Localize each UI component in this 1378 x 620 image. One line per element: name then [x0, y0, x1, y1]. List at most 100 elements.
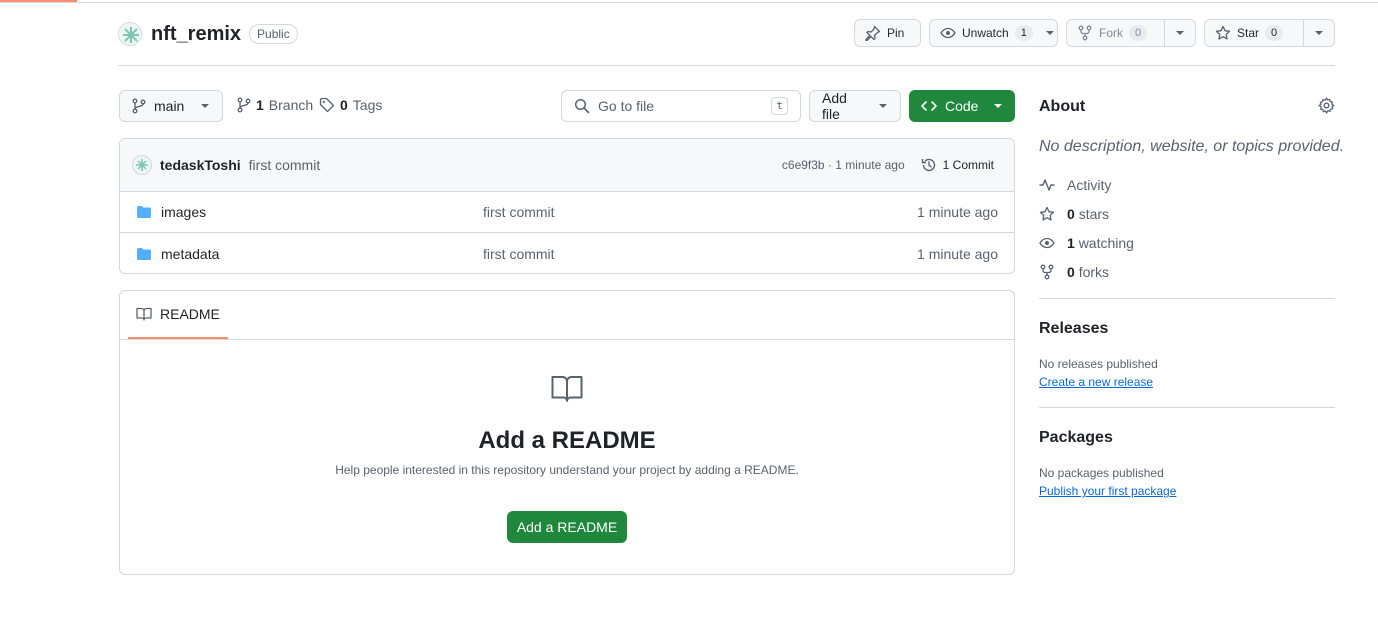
watching-label: watching: [1078, 235, 1134, 251]
sidebar-divider: [1039, 407, 1335, 408]
commit-sha-time[interactable]: c6e9f3b · 1 minute ago: [782, 158, 905, 172]
owner-avatar[interactable]: [118, 22, 142, 46]
shortcut-hint: t: [771, 97, 788, 115]
branches-link[interactable]: 1 Branch: [237, 97, 313, 113]
fork-label: Fork: [1099, 26, 1123, 40]
file-commit-message[interactable]: first commit: [483, 246, 555, 262]
tag-icon: [319, 97, 335, 113]
fork-icon: [1039, 264, 1055, 280]
activity-link[interactable]: Activity: [1039, 177, 1111, 193]
caret-down-icon: [993, 101, 1003, 111]
forks-label: forks: [1078, 264, 1110, 280]
publish-package-link[interactable]: Publish your first package: [1039, 484, 1176, 498]
fork-dropdown[interactable]: [1164, 20, 1195, 46]
branch-selector[interactable]: main: [119, 90, 223, 122]
readme-tab-label: README: [160, 306, 220, 322]
star-dropdown[interactable]: [1303, 20, 1334, 46]
fork-button[interactable]: Fork 0: [1066, 19, 1196, 47]
create-release-link[interactable]: Create a new release: [1039, 375, 1153, 389]
add-file-label: Add file: [822, 90, 847, 122]
unwatch-button[interactable]: Unwatch 1: [929, 19, 1058, 47]
pulse-icon: [1039, 177, 1055, 193]
go-to-file-input[interactable]: Go to file t: [561, 90, 801, 122]
commits-link[interactable]: 1 Commit: [921, 157, 994, 173]
about-heading: About: [1039, 98, 1086, 115]
code-icon: [921, 98, 937, 114]
packages-empty: No packages published: [1039, 466, 1164, 480]
branch-name: main: [154, 98, 185, 114]
stars-link[interactable]: 0 stars: [1039, 206, 1109, 222]
caret-down-icon: [200, 101, 210, 111]
caret-down-icon: [1175, 28, 1185, 38]
fork-count: 0: [1129, 25, 1148, 41]
readme-panel: README Add a README Help people interest…: [119, 290, 1015, 575]
top-divider: [0, 2, 1378, 3]
repo-header: nft_remix Public Pin Unwatch 1 Fork 0 St…: [118, 19, 1335, 49]
visibility-badge: Public: [249, 24, 298, 44]
file-name[interactable]: metadata: [161, 246, 483, 262]
book-icon: [136, 306, 152, 322]
about-description: No description, website, or topics provi…: [1039, 138, 1345, 155]
file-commit-message[interactable]: first commit: [483, 204, 555, 220]
search-icon: [574, 98, 590, 114]
tab-readme[interactable]: README: [128, 291, 228, 339]
caret-down-icon: [1045, 28, 1055, 38]
file-browser: tedaskToshi first commit c6e9f3b · 1 min…: [119, 138, 1015, 274]
folder-icon: [136, 246, 152, 262]
readme-divider: [120, 339, 1014, 340]
watch-count: 1: [1014, 25, 1033, 41]
activity-label: Activity: [1067, 177, 1112, 193]
readme-empty-description: Help people interested in this repositor…: [335, 463, 799, 477]
tags-link[interactable]: 0 Tags: [319, 97, 382, 113]
watching-link[interactable]: 1 watching: [1039, 235, 1134, 251]
branch-icon: [237, 97, 251, 113]
readme-empty-title: Add a README: [478, 427, 656, 454]
add-file-button[interactable]: Add file: [809, 90, 901, 122]
star-count: 0: [1265, 25, 1284, 41]
file-age: 1 minute ago: [917, 245, 998, 262]
code-button[interactable]: Code: [909, 90, 1015, 122]
forks-count: 0: [1067, 264, 1075, 280]
star-icon: [1039, 206, 1055, 222]
star-label: Star: [1237, 26, 1260, 40]
repo-name[interactable]: nft_remix: [151, 23, 241, 46]
caret-down-icon: [878, 101, 888, 111]
caret-down-icon: [1314, 28, 1324, 38]
star-button[interactable]: Star 0: [1204, 19, 1335, 47]
stars-label: stars: [1078, 206, 1110, 222]
unwatch-dropdown[interactable]: [1039, 20, 1061, 46]
pin-button[interactable]: Pin: [854, 19, 921, 47]
forks-link[interactable]: 0 forks: [1039, 264, 1109, 280]
pin-icon: [865, 25, 881, 41]
eye-icon: [1039, 235, 1055, 251]
file-name[interactable]: images: [161, 204, 483, 220]
branch-icon: [132, 98, 146, 114]
commit-message[interactable]: first commit: [249, 157, 321, 173]
sidebar-divider: [1039, 298, 1335, 299]
releases-heading[interactable]: Releases: [1039, 320, 1108, 338]
header-divider: [118, 65, 1335, 66]
pin-label: Pin: [887, 26, 905, 40]
commits-label: 1 Commit: [942, 158, 994, 172]
code-label: Code: [945, 98, 979, 114]
branches-label: Branch: [268, 97, 314, 113]
packages-heading[interactable]: Packages: [1039, 429, 1113, 447]
book-icon: [551, 375, 583, 403]
tags-label: Tags: [352, 97, 383, 113]
folder-icon: [136, 204, 152, 220]
repo-actions: Pin Unwatch 1 Fork 0 Star 0: [854, 19, 1335, 47]
watching-count: 1: [1067, 235, 1075, 251]
go-to-file-placeholder: Go to file: [598, 98, 655, 114]
commit-author[interactable]: tedaskToshi: [160, 157, 241, 173]
latest-commit-bar: tedaskToshi first commit c6e9f3b · 1 min…: [120, 139, 1014, 192]
star-icon: [1215, 25, 1231, 41]
table-row[interactable]: images first commit 1 minute ago: [120, 192, 1014, 233]
releases-empty: No releases published: [1039, 357, 1158, 371]
author-avatar[interactable]: [132, 155, 152, 175]
add-readme-button[interactable]: Add a README: [507, 511, 627, 543]
eye-icon: [940, 25, 956, 41]
history-icon: [921, 157, 937, 173]
table-row[interactable]: metadata first commit 1 minute ago: [120, 233, 1014, 273]
stars-count: 0: [1067, 206, 1075, 222]
gear-icon[interactable]: [1318, 97, 1335, 114]
